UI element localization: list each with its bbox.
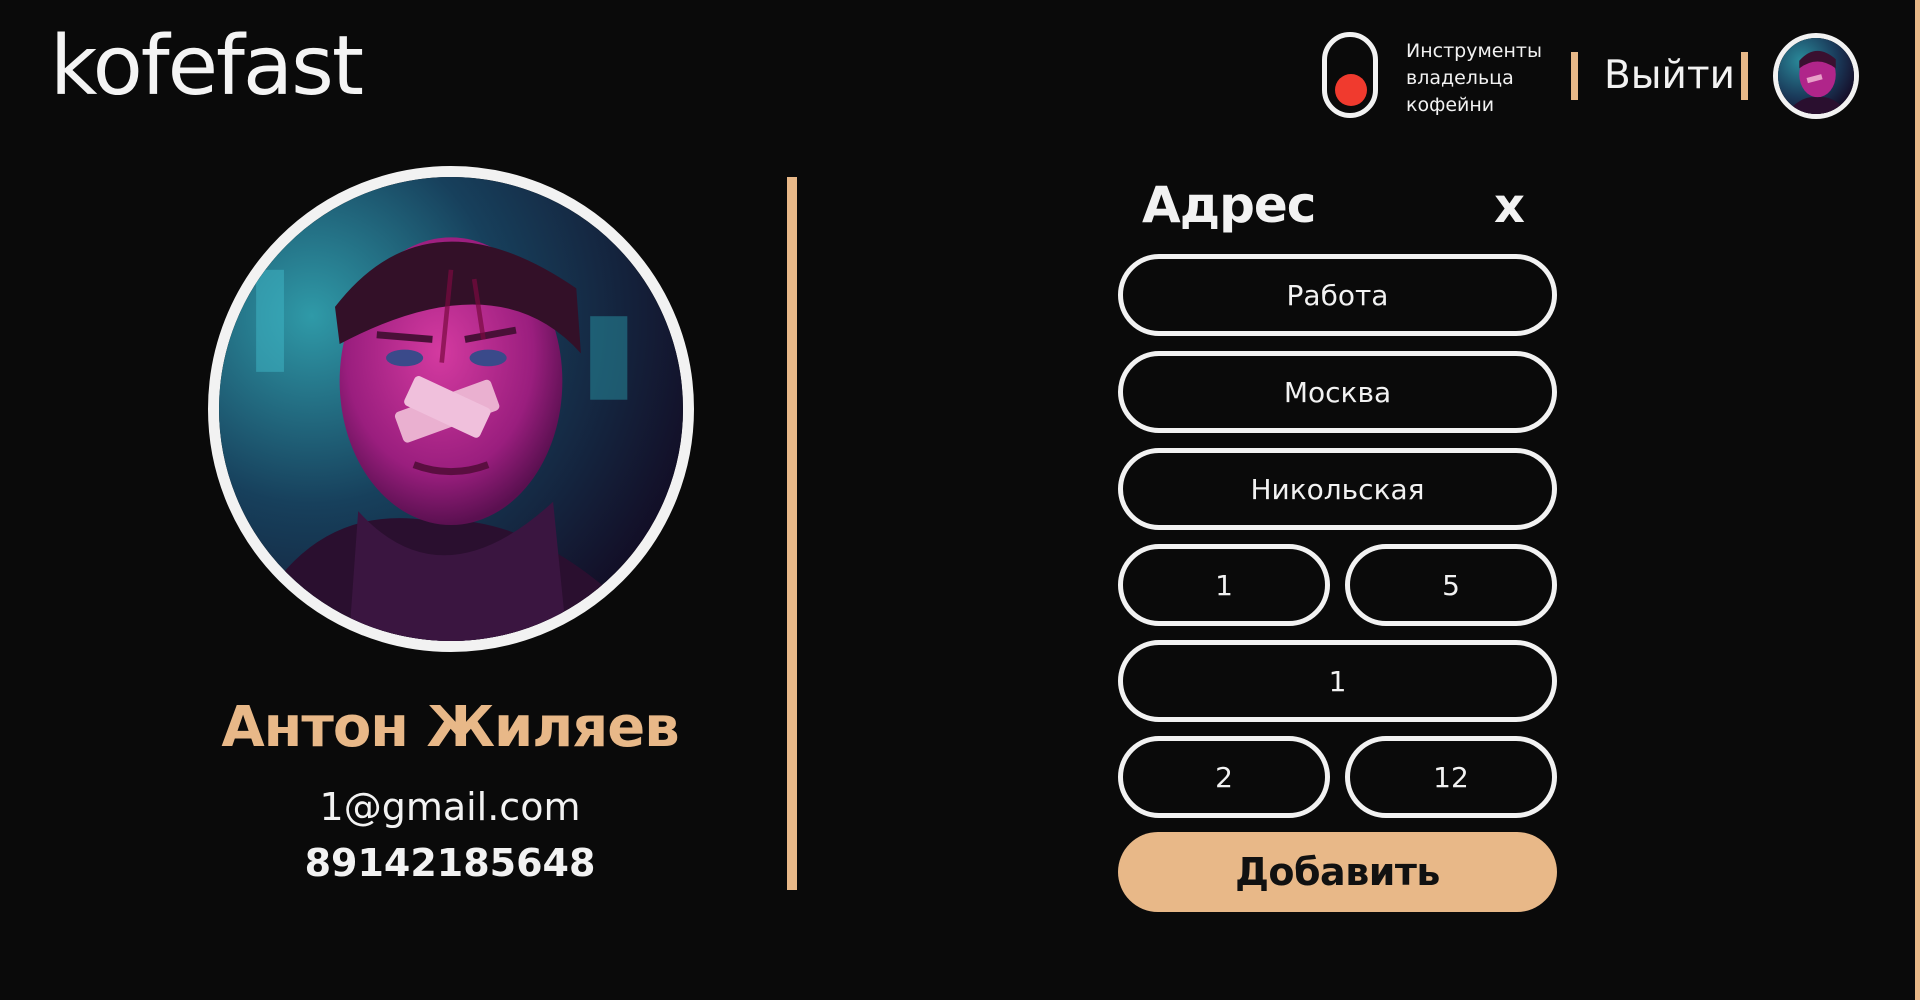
- house-input[interactable]: [1118, 544, 1330, 626]
- entrance-input[interactable]: [1118, 640, 1557, 722]
- profile-phone: 89142185648: [304, 841, 596, 885]
- owner-tools-line-3: кофейни: [1406, 94, 1495, 116]
- header-avatar-image: [1778, 38, 1854, 114]
- owner-tools-line-2: владельца: [1406, 67, 1514, 89]
- address-label-input[interactable]: [1118, 254, 1557, 336]
- logo[interactable]: kofefast: [50, 26, 364, 108]
- building-input[interactable]: [1345, 544, 1557, 626]
- owner-tools-line-1: Инструменты: [1406, 40, 1542, 62]
- street-input[interactable]: [1118, 448, 1557, 530]
- profile-avatar-image: [219, 177, 683, 641]
- toggle-knob: [1335, 74, 1367, 106]
- city-input[interactable]: [1118, 351, 1557, 433]
- floor-input[interactable]: [1118, 736, 1330, 818]
- logout-button[interactable]: Выйти: [1604, 52, 1735, 100]
- owner-tools-toggle[interactable]: [1322, 32, 1378, 118]
- add-address-button[interactable]: Добавить: [1118, 832, 1557, 912]
- address-form-title: Адрес: [1142, 176, 1316, 234]
- close-form-button[interactable]: x: [1494, 176, 1525, 236]
- header-separator: [1741, 52, 1748, 100]
- profile-avatar[interactable]: [208, 166, 694, 652]
- profile-name: Антон Жиляев: [221, 695, 679, 760]
- header-separator: [1571, 52, 1578, 100]
- profile-email: 1@gmail.com: [319, 785, 581, 829]
- owner-tools-label[interactable]: Инструменты владельца кофейни: [1406, 38, 1556, 119]
- header-avatar[interactable]: [1773, 33, 1859, 119]
- vertical-divider: [787, 177, 797, 890]
- page: kofefast Инструменты владельца кофейни В…: [0, 0, 1920, 1000]
- right-edge-accent: [1915, 0, 1920, 1000]
- apartment-input[interactable]: [1345, 736, 1557, 818]
